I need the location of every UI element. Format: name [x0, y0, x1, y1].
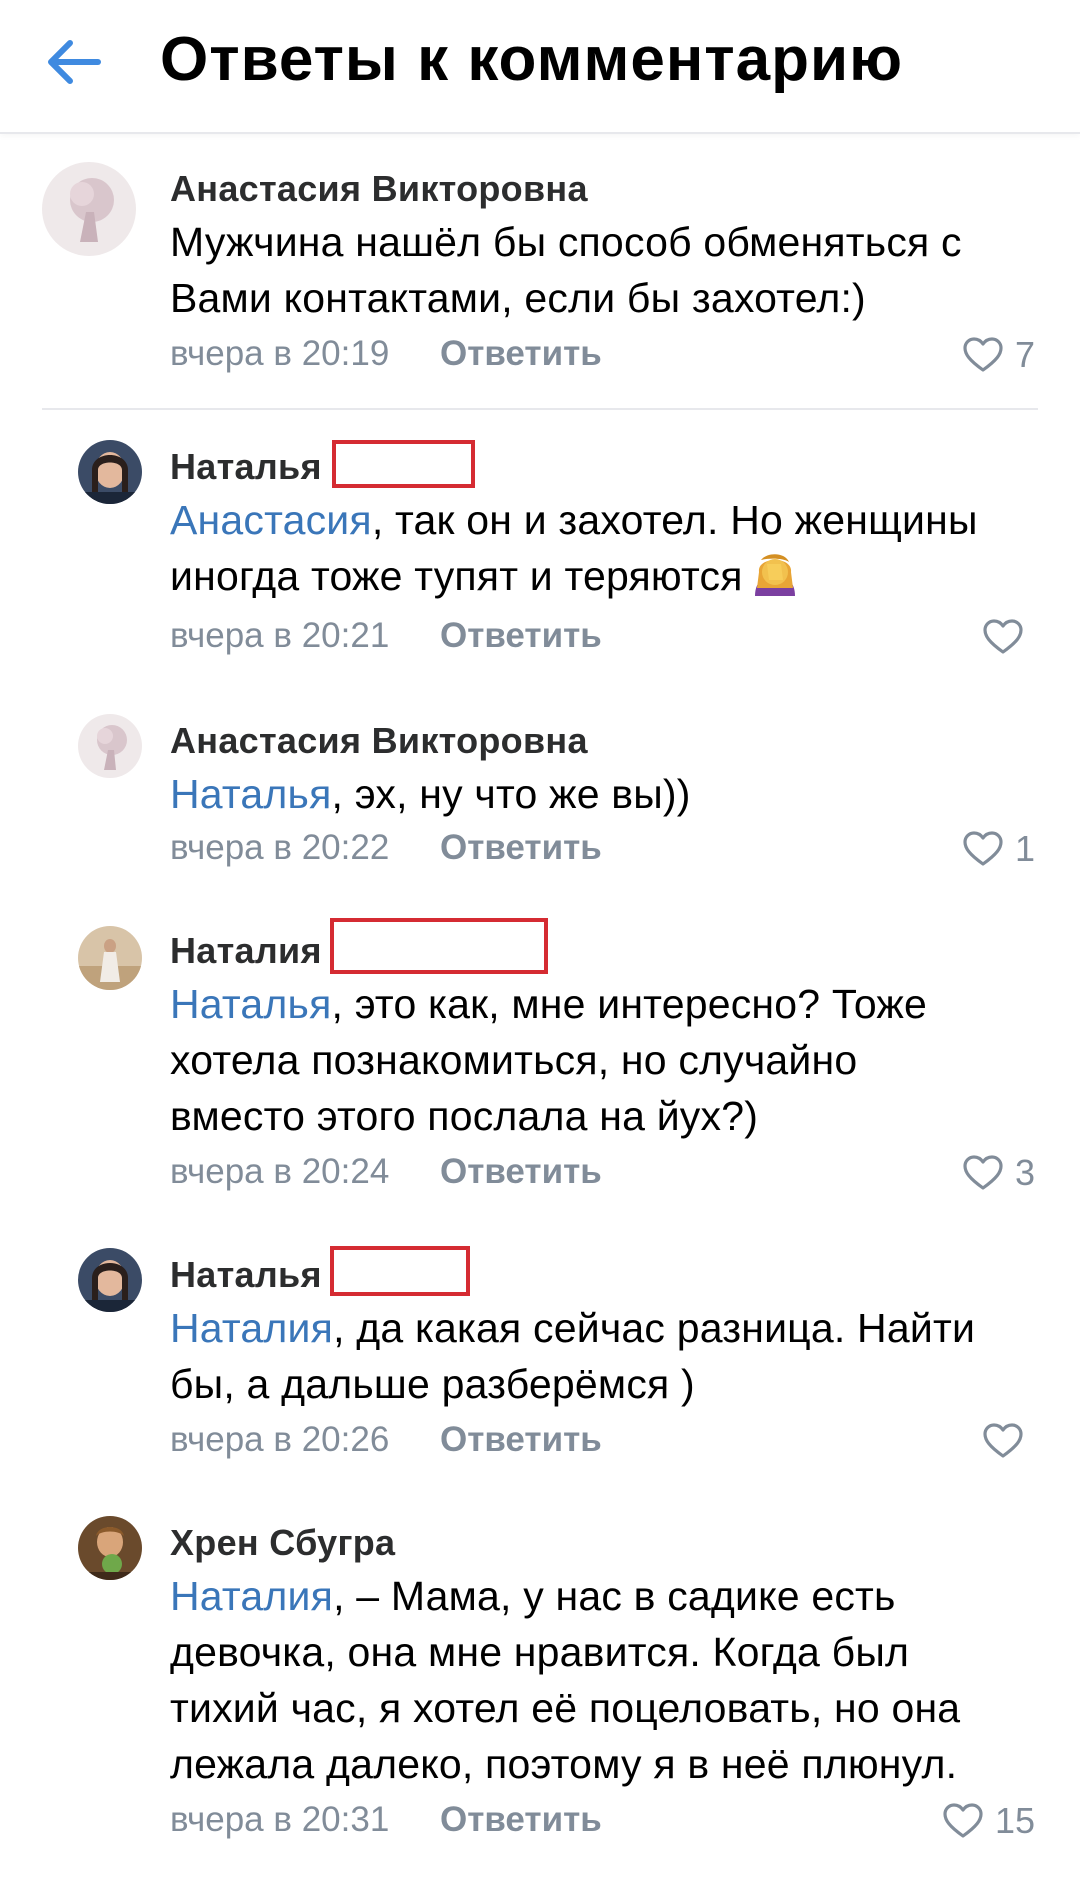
like-button[interactable]: 3 — [963, 1150, 1035, 1196]
like-count: 1 — [1014, 828, 1035, 869]
like-count: 3 — [1014, 1152, 1035, 1193]
comment-time: вчера в 20:22 — [170, 828, 390, 867]
mention-link[interactable]: Наталия — [170, 1573, 333, 1619]
avatar[interactable] — [78, 1516, 142, 1580]
like-button[interactable] — [983, 614, 1035, 660]
heart-outline-icon — [963, 1155, 1003, 1190]
comment-text: Наталья, это как, мне интересно? Тоже хо… — [170, 976, 1050, 1144]
comment-time: вчера в 20:26 — [170, 1420, 390, 1459]
comment-text: Наталья, эх, ну что же вы)) — [170, 766, 1050, 822]
comment-text: Мужчина нашёл бы способ обменяться с Вам… — [170, 214, 1050, 326]
comment-text: Наталия, да какая сейчас разница. Найти … — [170, 1300, 1050, 1412]
comment-text: Анастасия, так он и захотел. Но женщины … — [170, 492, 1050, 604]
comment-text-line: , да какая сейчас разница. Найти — [333, 1305, 976, 1351]
comment-author[interactable]: Анастасия Викторовна — [170, 168, 588, 210]
comment-text: Наталия, – Мама, у нас в садике есть дев… — [170, 1568, 1050, 1792]
like-count: 15 — [994, 1800, 1035, 1841]
comment-text-line: хотела познакомиться, но случайно — [170, 1037, 858, 1083]
reply-button[interactable]: Ответить — [440, 1152, 602, 1192]
comment-author[interactable]: Наталия — [170, 930, 322, 972]
comment-item: Наталия Наталья, это как, мне интересно?… — [0, 918, 1080, 1208]
back-arrow-icon[interactable] — [40, 30, 110, 100]
mention-link[interactable]: Наталия — [170, 1305, 333, 1351]
reply-button[interactable]: Ответить — [440, 1800, 602, 1840]
comment-text-line: Вами контактами, если бы захотел:) — [170, 275, 866, 321]
redaction-box — [330, 918, 548, 974]
comment-item: Анастасия Викторовна Мужчина нашёл бы сп… — [0, 150, 1080, 410]
comment-time: вчера в 20:19 — [170, 334, 390, 373]
comment-author[interactable]: Хрен Сбугра — [170, 1522, 395, 1564]
redaction-box — [332, 440, 475, 488]
like-button[interactable]: 15 — [943, 1798, 1035, 1844]
avatar[interactable] — [78, 926, 142, 990]
comment-author[interactable]: Анастасия Викторовна — [170, 720, 588, 762]
heart-outline-icon — [963, 831, 1003, 866]
comment-time: вчера в 20:31 — [170, 1800, 390, 1839]
mention-link[interactable]: Анастасия — [170, 497, 372, 543]
heart-outline-icon — [983, 1423, 1023, 1458]
comment-author[interactable]: Наталья — [170, 446, 322, 488]
comment-time: вчера в 20:24 — [170, 1152, 390, 1191]
comment-item: Наталья Наталия, да какая сейчас разница… — [0, 1246, 1080, 1466]
comment-text-line: , – Мама, у нас в садике есть — [333, 1573, 896, 1619]
comment-text-line: , так он и захотел. Но женщины — [371, 497, 978, 543]
heart-outline-icon — [963, 337, 1003, 372]
reply-button[interactable]: Ответить — [440, 616, 602, 656]
comment-item: Хрен Сбугра Наталия, – Мама, у нас в сад… — [0, 1516, 1080, 1856]
like-count: 7 — [1014, 334, 1035, 375]
comment-text-line: тихий час, я хотел её поцеловать, но она — [170, 1685, 961, 1731]
reply-button[interactable]: Ответить — [440, 1420, 602, 1460]
comment-text-line: бы, а дальше разберёмся ) — [170, 1361, 695, 1407]
comment-text-line: девочка, она мне нравится. Когда был — [170, 1629, 910, 1675]
thread-divider — [42, 408, 1038, 410]
comment-time: вчера в 20:21 — [170, 616, 390, 655]
comment-author[interactable]: Наталья — [170, 1254, 322, 1296]
heart-outline-icon — [943, 1803, 983, 1838]
comment-text-line: лежала далеко, поэтому я в неё плюнул. — [170, 1741, 958, 1787]
avatar[interactable] — [42, 162, 136, 256]
reply-button[interactable]: Ответить — [440, 828, 602, 868]
avatar[interactable] — [78, 714, 142, 778]
comment-text-line: Мужчина нашёл бы способ обменяться с — [170, 219, 962, 265]
like-button[interactable] — [983, 1418, 1035, 1464]
redaction-box — [330, 1246, 470, 1296]
comment-item: Наталья Анастасия, так он и захотел. Но … — [0, 430, 1080, 660]
like-button[interactable]: 1 — [963, 826, 1035, 872]
like-button[interactable]: 7 — [963, 332, 1035, 378]
comment-text-line: иногда тоже тупят и теряются — [170, 553, 743, 599]
page-title: Ответы к комментарию — [160, 25, 904, 94]
reply-button[interactable]: Ответить — [440, 334, 602, 374]
woman-facepalming-emoji-icon — [749, 550, 801, 596]
avatar[interactable] — [78, 1248, 142, 1312]
heart-outline-icon — [983, 619, 1023, 654]
mention-link[interactable]: Наталья — [170, 771, 332, 817]
header-bar: Ответы к комментарию — [0, 0, 1080, 134]
comment-item: Анастасия Викторовна Наталья, эх, ну что… — [0, 708, 1080, 878]
mention-link[interactable]: Наталья — [170, 981, 332, 1027]
comment-text-line: вместо этого послала на йух?) — [170, 1093, 759, 1139]
avatar[interactable] — [78, 440, 142, 504]
comment-text-line: , это как, мне интересно? Тоже — [331, 981, 928, 1027]
comment-text-line: , эх, ну что же вы)) — [331, 771, 691, 817]
